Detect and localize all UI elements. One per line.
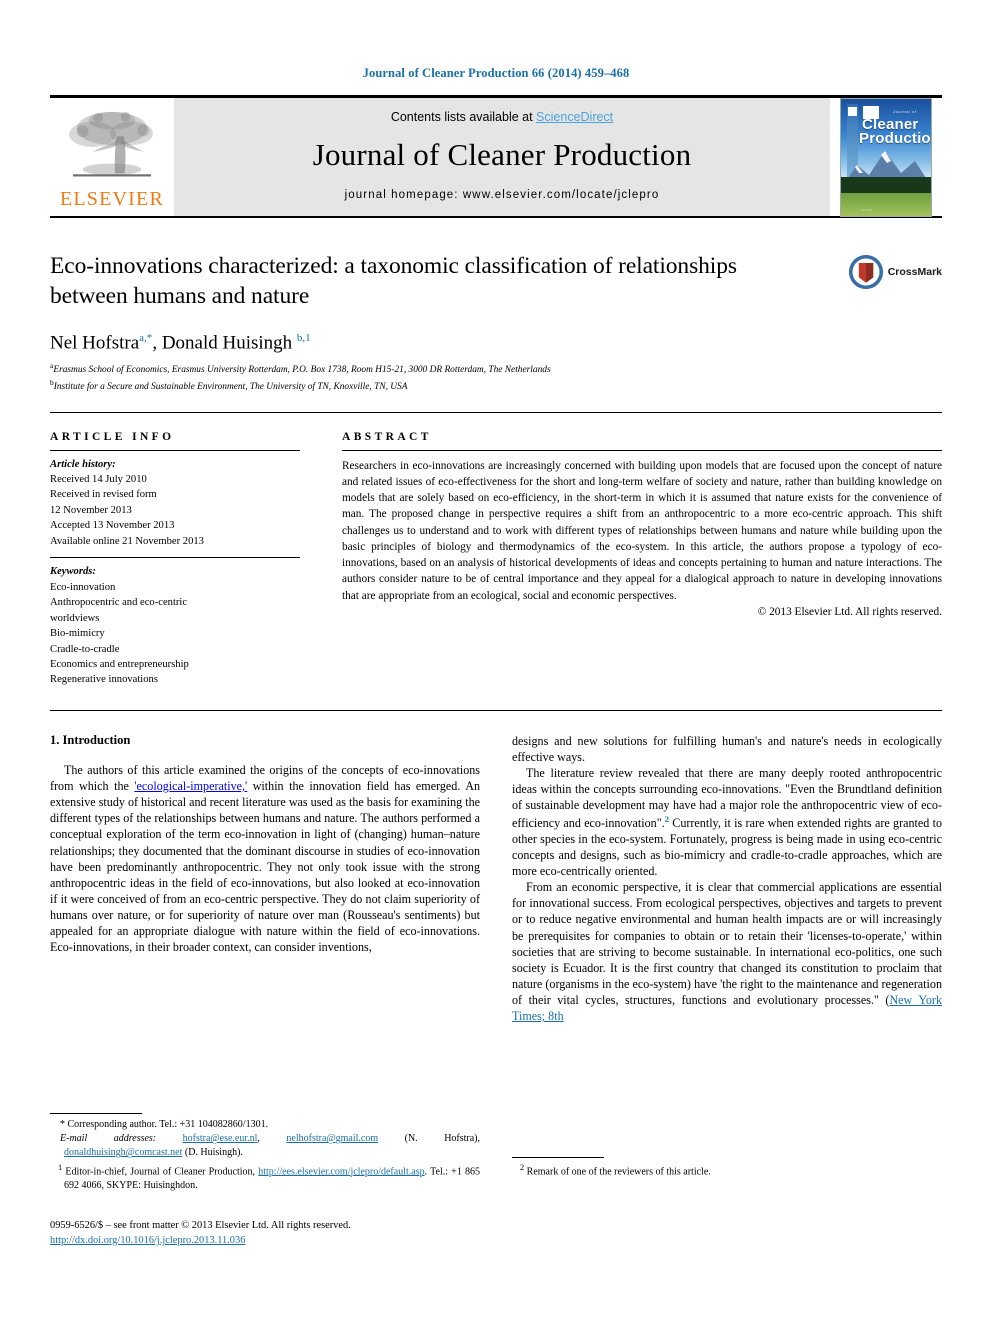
history-item: Received 14 July 2010	[50, 473, 147, 485]
cover-small-line: Journal of	[893, 108, 917, 114]
cover-spine-mark	[848, 106, 857, 116]
journal-cover-thumb: Journal of Cleaner Production • • • • • …	[830, 97, 942, 217]
body-column-left: 1. Introduction The authors of this arti…	[50, 733, 480, 1025]
affiliation-a-text: Erasmus School of Economics, Erasmus Uni…	[53, 365, 551, 376]
abstract-column: ABSTRACT Researchers in eco-innovations …	[342, 431, 942, 688]
page-title: Eco-innovations characterized: a taxonom…	[50, 253, 737, 309]
intro-p3-part-a: From an economic perspective, it is clea…	[512, 880, 942, 1008]
affiliation-b-text: Institute for a Secure and Sustainable E…	[53, 381, 408, 392]
author-list: Nel Hofstraa,*, Donald Huisingh b,1	[50, 331, 311, 354]
footnote-1-part-a: Editor-in-chief, Journal of Cleaner Prod…	[65, 1165, 259, 1177]
footnote-1: 1 Editor-in-chief, Journal of Cleaner Pr…	[50, 1162, 480, 1194]
footnote-2-text: Remark of one of the reviewers of this a…	[526, 1166, 711, 1178]
article-info-heading: ARTICLE INFO	[50, 430, 175, 443]
keyword-item: Bio-mimicry	[50, 628, 105, 640]
body-column-right: designs and new solutions for fulfilling…	[512, 733, 942, 1025]
sciencedirect-link[interactable]: ScienceDirect	[536, 110, 613, 124]
footnote-rule-right	[512, 1157, 604, 1158]
keywords-block: Keywords: Eco-innovation Anthropocentric…	[50, 558, 300, 688]
info-abstract-section: ARTICLE INFO Article history: Received 1…	[50, 431, 942, 688]
footnote-zone: * Corresponding author. Tel.: +31 104082…	[50, 1113, 942, 1323]
history-item: Accepted 13 November 2013	[50, 520, 175, 532]
divider-top	[50, 411, 942, 413]
article-history-label: Article history:	[50, 458, 116, 470]
footnote-column-right: 2 Remark of one of the reviewers of this…	[512, 1113, 942, 1249]
imprint-block: 0959-6526/$ – see front matter © 2013 El…	[50, 1219, 480, 1249]
footnote-corresponding-author: * Corresponding author. Tel.: +31 104082…	[50, 1118, 480, 1132]
issn-front-matter: 0959-6526/$ – see front matter © 2013 El…	[50, 1220, 351, 1232]
body-columns: 1. Introduction The authors of this arti…	[50, 733, 942, 1025]
journal-title: Journal of Cleaner Production	[312, 136, 692, 172]
email-link-nelhofstra-gmail[interactable]: nelhofstra@gmail.com	[286, 1133, 378, 1144]
footnote-column-left: * Corresponding author. Tel.: +31 104082…	[50, 1113, 480, 1249]
divider-bottom	[50, 709, 942, 711]
history-item: Received in revised form	[50, 489, 157, 501]
corresponding-author-text: * Corresponding author. Tel.: +31 104082…	[60, 1119, 269, 1130]
editorial-system-link[interactable]: http://ees.elsevier.com/jclepro/default.…	[258, 1166, 424, 1177]
cover-bullets: • • • • • •	[861, 207, 873, 212]
cover-image: Journal of Cleaner Production • • • • • …	[840, 97, 932, 217]
crossmark-badge[interactable]: CrossMark	[848, 254, 942, 290]
keyword-item: Regenerative innovations	[50, 674, 158, 686]
history-item: Available online 21 November 2013	[50, 535, 204, 547]
crossmark-label: CrossMark	[887, 266, 942, 278]
keyword-item: Eco-innovation	[50, 581, 116, 593]
journal-homepage[interactable]: journal homepage: www.elsevier.com/locat…	[345, 189, 660, 201]
footnote-emails: E-mail addresses: hofstra@ese.eur.nl, ne…	[60, 1133, 481, 1159]
keyword-item: Cradle-to-cradle	[50, 643, 120, 655]
footnote-rule-left	[50, 1113, 142, 1114]
contents-line: Contents lists available at ScienceDirec…	[391, 110, 613, 124]
keyword-item: worldviews	[50, 612, 100, 624]
email-owner-1: (N. Hofstra),	[404, 1133, 481, 1145]
keywords-label: Keywords:	[50, 566, 96, 578]
history-item: 12 November 2013	[50, 504, 132, 516]
footnote-2-marker: 2	[520, 1163, 525, 1172]
running-head: Journal of Cleaner Production 66 (2014) …	[362, 66, 630, 80]
doi-link[interactable]: http://dx.doi.org/10.1016/j.jclepro.2013…	[50, 1235, 245, 1246]
contents-prefix: Contents lists available at	[390, 109, 537, 124]
keyword-item: Economics and entrepreneurship	[50, 658, 189, 670]
footnote-columns: * Corresponding author. Tel.: +31 104082…	[50, 1113, 942, 1249]
article-history: Article history: Received 14 July 2010 R…	[50, 451, 300, 550]
ecological-imperative-link[interactable]: 'ecological-imperative,'	[134, 779, 247, 793]
author-marker-a: a,*	[139, 331, 153, 344]
author-marker-b: b,1	[296, 331, 311, 344]
elsevier-wordmark: ELSEVIER	[59, 188, 165, 210]
keyword-item: Anthropocentric and eco-centric	[50, 597, 188, 609]
intro-paragraph-3: From an economic perspective, it is clea…	[512, 879, 942, 1024]
masthead-center: Contents lists available at ScienceDirec…	[174, 98, 830, 216]
cover-field	[841, 192, 931, 216]
abstract-heading: ABSTRACT	[342, 430, 432, 443]
email-link-hofstra-ese[interactable]: hofstra@ese.eur.nl	[183, 1133, 258, 1144]
article-info-column: ARTICLE INFO Article history: Received 1…	[50, 431, 300, 688]
email-owner-2: (D. Huisingh).	[184, 1147, 243, 1159]
elsevier-tree-icon	[69, 111, 153, 177]
section-heading-introduction: 1. Introduction	[50, 732, 131, 747]
intro-paragraph-2: The literature review revealed that ther…	[512, 765, 942, 879]
abstract-text: Researchers in eco-innovations are incre…	[342, 459, 942, 602]
abstract-copyright: © 2013 Elsevier Ltd. All rights reserved…	[757, 605, 942, 618]
footnote-1-marker: 1	[58, 1162, 63, 1172]
publisher-logo: ELSEVIER	[50, 98, 174, 216]
affiliation-a: aErasmus School of Economics, Erasmus Un…	[50, 361, 942, 378]
email-link-donaldhuisingh[interactable]: donaldhuisingh@comcast.net	[64, 1147, 182, 1158]
intro-paragraph-1-cont: designs and new solutions for fulfilling…	[512, 733, 942, 764]
title-block: CrossMark Eco-innovations characterized:…	[50, 252, 942, 395]
crossmark-icon	[848, 254, 883, 290]
affiliation-b: bInstitute for a Secure and Sustainable …	[50, 378, 942, 395]
journal-masthead: ELSEVIER Contents lists available at Sci…	[50, 95, 942, 218]
footnote-2: 2 Remark of one of the reviewers of this…	[512, 1162, 942, 1180]
intro-p1-part-b: within the innovation field has emerged.…	[50, 779, 480, 955]
paper-page: Journal of Cleaner Production 66 (2014) …	[0, 0, 992, 1323]
email-addresses-label: E-mail addresses:	[60, 1133, 157, 1145]
intro-paragraph-1: The authors of this article examined the…	[50, 762, 480, 956]
